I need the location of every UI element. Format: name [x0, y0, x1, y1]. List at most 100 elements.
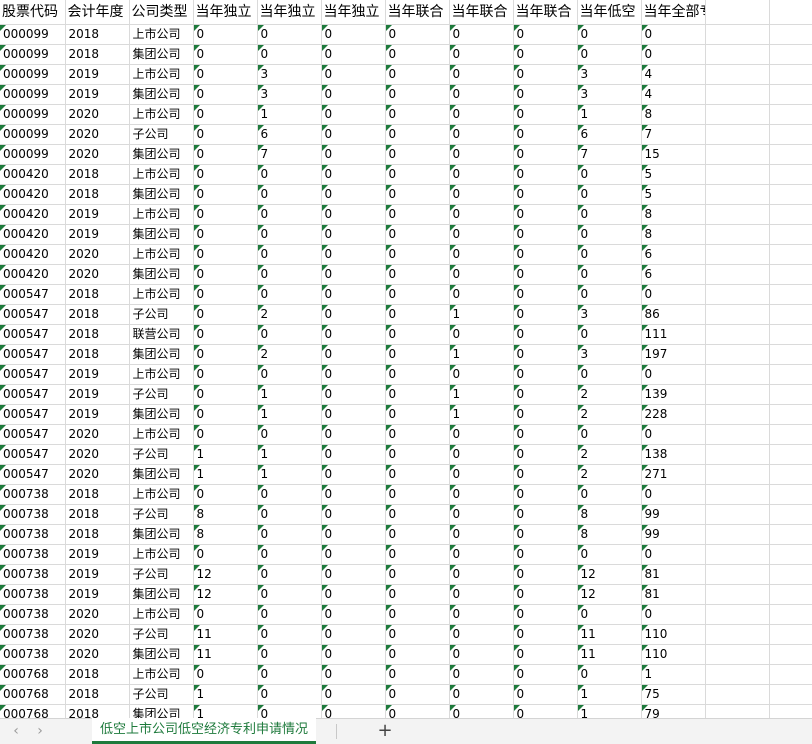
empty-cell[interactable] — [705, 304, 770, 325]
table-cell[interactable]: 000420 — [0, 184, 66, 205]
table-cell[interactable]: 0 — [193, 24, 258, 45]
table-cell[interactable]: 集团公司 — [129, 224, 194, 245]
table-cell[interactable]: 0 — [321, 524, 386, 545]
table-cell[interactable]: 0 — [513, 404, 578, 425]
table-cell[interactable]: 0 — [193, 124, 258, 145]
table-cell[interactable]: 0 — [449, 524, 514, 545]
table-cell[interactable]: 000738 — [0, 544, 66, 565]
table-cell[interactable]: 000738 — [0, 484, 66, 505]
table-cell[interactable]: 1 — [257, 104, 322, 125]
table-cell[interactable]: 0 — [385, 24, 450, 45]
table-cell[interactable]: 0 — [449, 704, 514, 718]
table-cell[interactable]: 000738 — [0, 644, 66, 665]
table-cell[interactable]: 1 — [449, 304, 514, 325]
table-cell[interactable]: 11 — [193, 644, 258, 665]
table-cell[interactable]: 000547 — [0, 384, 66, 405]
table-cell[interactable]: 0 — [385, 264, 450, 285]
empty-cell[interactable] — [705, 264, 770, 285]
table-cell[interactable]: 1 — [449, 344, 514, 365]
table-cell[interactable]: 1 — [577, 684, 642, 705]
empty-cell[interactable] — [705, 344, 770, 365]
table-cell[interactable]: 0 — [513, 224, 578, 245]
table-cell[interactable]: 0 — [513, 424, 578, 445]
empty-cell[interactable] — [705, 204, 770, 225]
table-cell[interactable]: 2020 — [65, 244, 130, 265]
empty-cell[interactable] — [769, 164, 812, 185]
table-cell[interactable]: 000420 — [0, 264, 66, 285]
table-cell[interactable]: 81 — [641, 584, 706, 605]
empty-cell[interactable] — [705, 84, 770, 105]
table-cell[interactable]: 0 — [257, 484, 322, 505]
table-cell[interactable]: 3 — [577, 344, 642, 365]
table-cell[interactable]: 0 — [577, 324, 642, 345]
empty-cell[interactable] — [769, 344, 812, 365]
table-cell[interactable]: 0 — [385, 304, 450, 325]
table-cell[interactable]: 0 — [193, 104, 258, 125]
table-cell[interactable]: 1 — [193, 684, 258, 705]
table-cell[interactable]: 000420 — [0, 244, 66, 265]
table-cell[interactable]: 子公司 — [129, 384, 194, 405]
table-cell[interactable]: 3 — [257, 84, 322, 105]
table-cell[interactable]: 0 — [385, 144, 450, 165]
table-cell[interactable]: 8 — [193, 504, 258, 525]
table-cell[interactable]: 8 — [641, 204, 706, 225]
table-cell[interactable]: 111 — [641, 324, 706, 345]
empty-cell[interactable] — [769, 44, 812, 65]
table-cell[interactable]: 0 — [385, 324, 450, 345]
table-cell[interactable]: 0 — [385, 464, 450, 485]
table-cell[interactable]: 0 — [513, 304, 578, 325]
table-cell[interactable]: 0 — [385, 164, 450, 185]
empty-cell[interactable] — [705, 424, 770, 445]
empty-cell[interactable] — [705, 24, 770, 45]
table-cell[interactable]: 000420 — [0, 204, 66, 225]
table-cell[interactable]: 0 — [449, 84, 514, 105]
table-cell[interactable]: 0 — [193, 144, 258, 165]
table-cell[interactable]: 3 — [577, 304, 642, 325]
empty-cell[interactable] — [769, 544, 812, 565]
table-cell[interactable]: 0 — [513, 704, 578, 718]
table-cell[interactable]: 2019 — [65, 384, 130, 405]
table-cell[interactable]: 2 — [577, 444, 642, 465]
empty-cell[interactable] — [769, 264, 812, 285]
empty-cell[interactable] — [705, 644, 770, 665]
table-cell[interactable]: 0 — [321, 284, 386, 305]
table-cell[interactable]: 15 — [641, 144, 706, 165]
table-cell[interactable]: 0 — [513, 124, 578, 145]
table-cell[interactable]: 0 — [257, 364, 322, 385]
table-cell[interactable]: 0 — [321, 304, 386, 325]
table-cell[interactable]: 2018 — [65, 44, 130, 65]
column-header-cell[interactable]: 当年独立 — [257, 0, 322, 25]
table-cell[interactable]: 0 — [385, 184, 450, 205]
table-cell[interactable]: 0 — [257, 204, 322, 225]
table-cell[interactable]: 0 — [449, 184, 514, 205]
table-cell[interactable]: 0 — [449, 644, 514, 665]
table-cell[interactable]: 0 — [513, 444, 578, 465]
table-cell[interactable]: 0 — [257, 24, 322, 45]
table-cell[interactable]: 0 — [193, 184, 258, 205]
table-cell[interactable]: 0 — [257, 244, 322, 265]
table-cell[interactable]: 2020 — [65, 144, 130, 165]
table-cell[interactable]: 0 — [193, 164, 258, 185]
table-cell[interactable]: 0 — [385, 204, 450, 225]
table-cell[interactable]: 0 — [385, 544, 450, 565]
table-cell[interactable]: 2019 — [65, 364, 130, 385]
table-cell[interactable]: 0 — [513, 484, 578, 505]
empty-cell[interactable] — [769, 184, 812, 205]
table-cell[interactable]: 0 — [513, 364, 578, 385]
table-cell[interactable]: 0 — [193, 604, 258, 625]
table-cell[interactable]: 2020 — [65, 444, 130, 465]
table-cell[interactable]: 集团公司 — [129, 464, 194, 485]
empty-cell[interactable] — [769, 624, 812, 645]
table-cell[interactable]: 0 — [321, 264, 386, 285]
prev-sheet-arrow-icon[interactable]: ‹ — [8, 722, 24, 740]
table-cell[interactable]: 2020 — [65, 424, 130, 445]
table-cell[interactable]: 0 — [321, 544, 386, 565]
empty-cell[interactable] — [769, 684, 812, 705]
table-cell[interactable]: 0 — [321, 144, 386, 165]
table-cell[interactable]: 0 — [321, 384, 386, 405]
table-cell[interactable]: 0 — [449, 324, 514, 345]
sheet-tab-active[interactable]: 低空上市公司低空经济专利申请情况 — [92, 718, 317, 744]
table-cell[interactable]: 0 — [257, 584, 322, 605]
table-cell[interactable]: 2019 — [65, 224, 130, 245]
table-cell[interactable]: 1 — [257, 464, 322, 485]
